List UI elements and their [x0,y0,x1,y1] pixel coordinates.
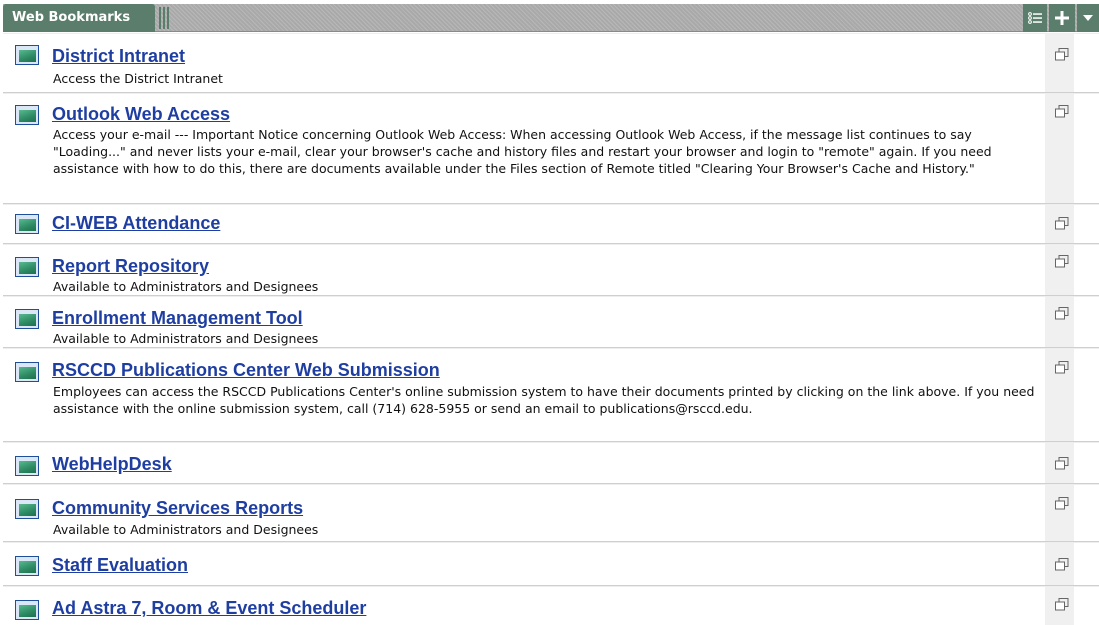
bookmark-link[interactable]: Enrollment Management Tool [52,308,303,329]
drag-handle[interactable] [159,7,169,29]
bookmark-row: Staff Evaluation [3,542,1099,586]
portlet-menu-button[interactable] [1077,4,1099,32]
bookmark-icon [15,105,39,125]
web-bookmarks-portlet: Web Bookmarks District Intranet Access t… [3,4,1099,625]
bookmark-link[interactable]: Community Services Reports [52,498,303,519]
bookmark-row: WebHelpDesk [3,442,1099,484]
portlet-header: Web Bookmarks [3,4,1099,32]
bookmark-icon [15,362,39,382]
portlet-title-tab: Web Bookmarks [3,4,155,32]
open-new-window-icon[interactable] [1055,105,1069,118]
bookmark-row: CI-WEB Attendance [3,204,1099,244]
bookmark-link[interactable]: RSCCD Publications Center Web Submission [52,360,440,381]
bookmark-icon [15,600,39,620]
open-new-window-icon[interactable] [1055,558,1069,571]
bookmark-description: Employees can access the RSCCD Publicati… [53,384,1035,416]
open-new-window-icon[interactable] [1055,497,1069,510]
bookmark-icon [15,257,39,277]
bookmark-icon [15,309,39,329]
bookmark-row: Ad Astra 7, Room & Event Scheduler [3,586,1099,625]
bookmark-row: Outlook Web Access Access your e-mail --… [3,93,1099,204]
bookmark-icon [15,499,39,519]
bookmark-row: Community Services Reports Available to … [3,484,1099,542]
bookmark-description: Available to Administrators and Designee… [53,279,319,294]
bookmark-icon [15,556,39,576]
list-view-button[interactable] [1023,4,1047,32]
bookmark-description: Available to Administrators and Designee… [53,522,319,537]
open-new-window-icon[interactable] [1055,48,1069,61]
list-icon [1028,12,1042,24]
bookmark-description: Access the District Intranet [53,71,223,86]
open-new-window-icon[interactable] [1055,307,1069,320]
bookmark-link[interactable]: Report Repository [52,256,209,277]
bookmark-icon [15,45,39,65]
open-new-window-icon[interactable] [1055,457,1069,470]
bookmark-row: RSCCD Publications Center Web Submission… [3,348,1099,442]
bookmark-description: Available to Administrators and Designee… [53,331,319,346]
bookmark-description: Access your e-mail --- Important Notice … [53,127,992,176]
bookmark-link[interactable]: Ad Astra 7, Room & Event Scheduler [52,598,366,619]
bookmark-link[interactable]: CI-WEB Attendance [52,213,220,234]
open-new-window-icon[interactable] [1055,217,1069,230]
bookmark-link[interactable]: District Intranet [52,46,185,67]
add-bookmark-button[interactable] [1049,4,1075,32]
chevron-down-icon [1083,15,1093,21]
open-new-window-icon[interactable] [1055,598,1069,611]
bookmark-link[interactable]: Outlook Web Access [52,104,230,125]
bookmark-row: Report Repository Available to Administr… [3,244,1099,296]
bookmark-icon [15,214,39,234]
bookmark-list: District Intranet Access the District In… [3,33,1099,625]
bookmark-icon [15,456,39,476]
bookmark-link[interactable]: Staff Evaluation [52,555,188,576]
bookmark-row: Enrollment Management Tool Available to … [3,296,1099,348]
bookmark-row: District Intranet Access the District In… [3,33,1099,93]
plus-icon [1055,11,1069,25]
open-new-window-icon[interactable] [1055,361,1069,374]
open-new-window-icon[interactable] [1055,255,1069,268]
bookmark-link[interactable]: WebHelpDesk [52,454,172,475]
